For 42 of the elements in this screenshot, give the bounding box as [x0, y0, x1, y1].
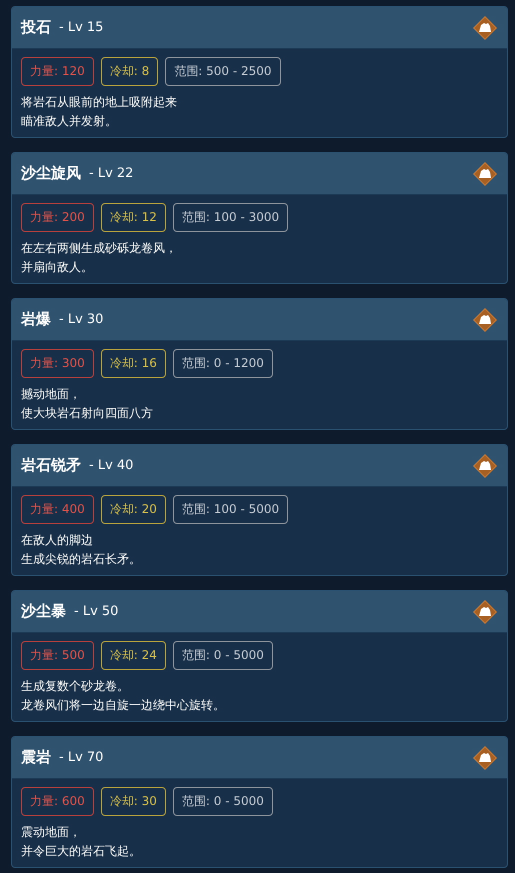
stat-tag: 力量: 600: [21, 787, 94, 816]
stat-tag: 力量: 300: [21, 349, 94, 378]
stat-tag: 力量: 200: [21, 203, 94, 232]
skill-name: 沙尘暴: [21, 602, 66, 621]
skill-description: 在左右两侧生成砂砾龙卷风，: [21, 240, 178, 257]
stat-tag: 力量: 400: [21, 495, 94, 524]
skill-description: 在敌人的脚边: [21, 532, 94, 549]
stat-tag: 范围: 500 - 2500: [165, 57, 281, 86]
skill-level: - Lv 22: [89, 166, 134, 181]
stat-tag: 冷却: 16: [100, 349, 166, 378]
skill-description: 并扇向敌人。: [21, 259, 94, 276]
stat-tag: 范围: 100 - 3000: [172, 203, 288, 232]
stat-tag: 冷却: 24: [100, 641, 166, 670]
stat-tag: 范围: 0 - 5000: [172, 787, 273, 816]
skill-description: 生成尖锐的岩石长矛。: [21, 551, 142, 568]
skill-name: 震岩: [21, 748, 51, 767]
skill-name: 岩石锐矛: [21, 456, 81, 475]
stat-tag: 冷却: 12: [100, 203, 166, 232]
skill-description: 震动地面，: [21, 824, 82, 841]
stat-tag: 冷却: 20: [100, 495, 166, 524]
stat-tag: 范围: 0 - 1200: [172, 349, 273, 378]
skill-level: - Lv 50: [74, 604, 118, 619]
skill-description: 将岩石从眼前的地上吸附起来: [21, 94, 178, 111]
skill-name: 岩爆: [21, 310, 51, 329]
skill-level: - Lv 70: [59, 750, 104, 765]
skill-level: - Lv 30: [59, 312, 104, 327]
stat-tag: 力量: 120: [21, 57, 94, 86]
stat-tag: 冷却: 8: [100, 57, 158, 86]
skill-level: - Lv 40: [89, 458, 134, 473]
skill-name: 投石: [21, 18, 51, 37]
skill-description: 龙卷风们将一边自旋一边绕中心旋转。: [21, 697, 226, 714]
skill-description: 并令巨大的岩石飞起。: [21, 843, 142, 860]
stat-tag: 范围: 0 - 5000: [172, 641, 273, 670]
skill-description: 瞄准敌人并发射。: [21, 113, 118, 130]
skill-description: 生成复数个砂龙卷。: [21, 678, 130, 695]
skill-description: 撼动地面，: [21, 386, 82, 403]
stat-tag: 力量: 500: [21, 641, 94, 670]
stat-tag: 冷却: 30: [100, 787, 166, 816]
skill-description: 使大块岩石射向四面八方: [21, 405, 154, 422]
stat-tag: 范围: 100 - 5000: [172, 495, 288, 524]
skill-name: 沙尘旋风: [21, 164, 81, 183]
skill-level: - Lv 15: [59, 20, 104, 35]
